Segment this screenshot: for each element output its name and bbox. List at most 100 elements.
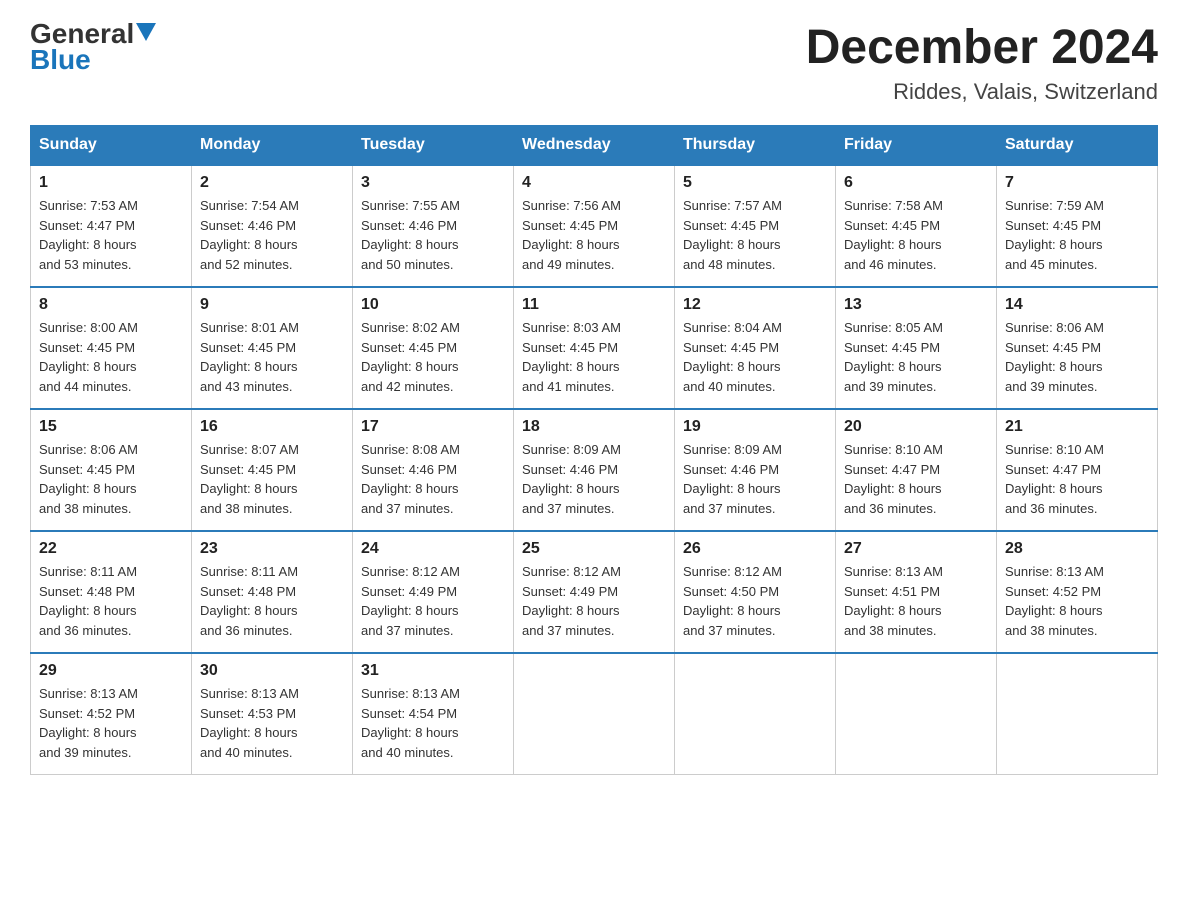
day-number: 9 [200, 296, 344, 314]
day-info: Sunrise: 8:06 AM Sunset: 4:45 PM Dayligh… [1005, 318, 1149, 396]
day-info: Sunrise: 8:10 AM Sunset: 4:47 PM Dayligh… [1005, 440, 1149, 518]
day-number: 24 [361, 540, 505, 558]
day-info: Sunrise: 8:06 AM Sunset: 4:45 PM Dayligh… [39, 440, 183, 518]
logo: General Blue [30, 20, 156, 76]
table-row: 22 Sunrise: 8:11 AM Sunset: 4:48 PM Dayl… [31, 531, 192, 653]
table-row [997, 653, 1158, 775]
table-row: 6 Sunrise: 7:58 AM Sunset: 4:45 PM Dayli… [836, 165, 997, 287]
day-info: Sunrise: 8:07 AM Sunset: 4:45 PM Dayligh… [200, 440, 344, 518]
table-row [836, 653, 997, 775]
day-info: Sunrise: 8:05 AM Sunset: 4:45 PM Dayligh… [844, 318, 988, 396]
header-sunday: Sunday [31, 126, 192, 166]
calendar-table: Sunday Monday Tuesday Wednesday Thursday… [30, 125, 1158, 775]
day-info: Sunrise: 8:13 AM Sunset: 4:53 PM Dayligh… [200, 684, 344, 762]
logo-triangle-icon [136, 23, 156, 41]
day-number: 3 [361, 174, 505, 192]
day-number: 7 [1005, 174, 1149, 192]
day-info: Sunrise: 8:09 AM Sunset: 4:46 PM Dayligh… [522, 440, 666, 518]
table-row: 3 Sunrise: 7:55 AM Sunset: 4:46 PM Dayli… [353, 165, 514, 287]
table-row: 11 Sunrise: 8:03 AM Sunset: 4:45 PM Dayl… [514, 287, 675, 409]
day-number: 28 [1005, 540, 1149, 558]
calendar-week-row: 15 Sunrise: 8:06 AM Sunset: 4:45 PM Dayl… [31, 409, 1158, 531]
table-row: 16 Sunrise: 8:07 AM Sunset: 4:45 PM Dayl… [192, 409, 353, 531]
day-number: 14 [1005, 296, 1149, 314]
table-row: 26 Sunrise: 8:12 AM Sunset: 4:50 PM Dayl… [675, 531, 836, 653]
day-info: Sunrise: 7:56 AM Sunset: 4:45 PM Dayligh… [522, 196, 666, 274]
day-info: Sunrise: 8:01 AM Sunset: 4:45 PM Dayligh… [200, 318, 344, 396]
day-info: Sunrise: 8:12 AM Sunset: 4:50 PM Dayligh… [683, 562, 827, 640]
table-row [514, 653, 675, 775]
day-number: 2 [200, 174, 344, 192]
day-number: 4 [522, 174, 666, 192]
table-row: 23 Sunrise: 8:11 AM Sunset: 4:48 PM Dayl… [192, 531, 353, 653]
table-row: 31 Sunrise: 8:13 AM Sunset: 4:54 PM Dayl… [353, 653, 514, 775]
day-number: 13 [844, 296, 988, 314]
day-info: Sunrise: 8:03 AM Sunset: 4:45 PM Dayligh… [522, 318, 666, 396]
day-info: Sunrise: 8:13 AM Sunset: 4:52 PM Dayligh… [39, 684, 183, 762]
header-wednesday: Wednesday [514, 126, 675, 166]
table-row: 10 Sunrise: 8:02 AM Sunset: 4:45 PM Dayl… [353, 287, 514, 409]
calendar-week-row: 29 Sunrise: 8:13 AM Sunset: 4:52 PM Dayl… [31, 653, 1158, 775]
header-friday: Friday [836, 126, 997, 166]
day-number: 6 [844, 174, 988, 192]
table-row: 19 Sunrise: 8:09 AM Sunset: 4:46 PM Dayl… [675, 409, 836, 531]
location-subtitle: Riddes, Valais, Switzerland [806, 79, 1158, 105]
day-number: 21 [1005, 418, 1149, 436]
calendar-week-row: 22 Sunrise: 8:11 AM Sunset: 4:48 PM Dayl… [31, 531, 1158, 653]
day-info: Sunrise: 8:13 AM Sunset: 4:52 PM Dayligh… [1005, 562, 1149, 640]
day-info: Sunrise: 8:13 AM Sunset: 4:54 PM Dayligh… [361, 684, 505, 762]
table-row: 15 Sunrise: 8:06 AM Sunset: 4:45 PM Dayl… [31, 409, 192, 531]
table-row: 8 Sunrise: 8:00 AM Sunset: 4:45 PM Dayli… [31, 287, 192, 409]
title-area: December 2024 Riddes, Valais, Switzerlan… [806, 20, 1158, 105]
day-number: 16 [200, 418, 344, 436]
day-info: Sunrise: 7:59 AM Sunset: 4:45 PM Dayligh… [1005, 196, 1149, 274]
day-number: 20 [844, 418, 988, 436]
table-row: 28 Sunrise: 8:13 AM Sunset: 4:52 PM Dayl… [997, 531, 1158, 653]
table-row: 21 Sunrise: 8:10 AM Sunset: 4:47 PM Dayl… [997, 409, 1158, 531]
day-number: 10 [361, 296, 505, 314]
table-row: 25 Sunrise: 8:12 AM Sunset: 4:49 PM Dayl… [514, 531, 675, 653]
table-row: 17 Sunrise: 8:08 AM Sunset: 4:46 PM Dayl… [353, 409, 514, 531]
header-thursday: Thursday [675, 126, 836, 166]
day-number: 25 [522, 540, 666, 558]
header-monday: Monday [192, 126, 353, 166]
day-info: Sunrise: 8:11 AM Sunset: 4:48 PM Dayligh… [39, 562, 183, 640]
day-info: Sunrise: 8:12 AM Sunset: 4:49 PM Dayligh… [522, 562, 666, 640]
day-number: 31 [361, 662, 505, 680]
day-number: 11 [522, 296, 666, 314]
day-info: Sunrise: 7:54 AM Sunset: 4:46 PM Dayligh… [200, 196, 344, 274]
table-row: 30 Sunrise: 8:13 AM Sunset: 4:53 PM Dayl… [192, 653, 353, 775]
table-row: 5 Sunrise: 7:57 AM Sunset: 4:45 PM Dayli… [675, 165, 836, 287]
table-row: 18 Sunrise: 8:09 AM Sunset: 4:46 PM Dayl… [514, 409, 675, 531]
day-info: Sunrise: 7:53 AM Sunset: 4:47 PM Dayligh… [39, 196, 183, 274]
day-number: 5 [683, 174, 827, 192]
calendar-week-row: 1 Sunrise: 7:53 AM Sunset: 4:47 PM Dayli… [31, 165, 1158, 287]
day-number: 17 [361, 418, 505, 436]
day-info: Sunrise: 7:58 AM Sunset: 4:45 PM Dayligh… [844, 196, 988, 274]
header-tuesday: Tuesday [353, 126, 514, 166]
day-number: 26 [683, 540, 827, 558]
day-info: Sunrise: 8:04 AM Sunset: 4:45 PM Dayligh… [683, 318, 827, 396]
calendar-header-row: Sunday Monday Tuesday Wednesday Thursday… [31, 126, 1158, 166]
day-info: Sunrise: 7:57 AM Sunset: 4:45 PM Dayligh… [683, 196, 827, 274]
day-number: 18 [522, 418, 666, 436]
day-number: 15 [39, 418, 183, 436]
table-row [675, 653, 836, 775]
table-row: 2 Sunrise: 7:54 AM Sunset: 4:46 PM Dayli… [192, 165, 353, 287]
day-info: Sunrise: 8:02 AM Sunset: 4:45 PM Dayligh… [361, 318, 505, 396]
table-row: 20 Sunrise: 8:10 AM Sunset: 4:47 PM Dayl… [836, 409, 997, 531]
day-number: 22 [39, 540, 183, 558]
day-info: Sunrise: 8:12 AM Sunset: 4:49 PM Dayligh… [361, 562, 505, 640]
day-info: Sunrise: 7:55 AM Sunset: 4:46 PM Dayligh… [361, 196, 505, 274]
table-row: 29 Sunrise: 8:13 AM Sunset: 4:52 PM Dayl… [31, 653, 192, 775]
logo-blue-text: Blue [30, 44, 91, 76]
table-row: 14 Sunrise: 8:06 AM Sunset: 4:45 PM Dayl… [997, 287, 1158, 409]
table-row: 1 Sunrise: 7:53 AM Sunset: 4:47 PM Dayli… [31, 165, 192, 287]
day-info: Sunrise: 8:13 AM Sunset: 4:51 PM Dayligh… [844, 562, 988, 640]
header-saturday: Saturday [997, 126, 1158, 166]
day-number: 23 [200, 540, 344, 558]
day-info: Sunrise: 8:09 AM Sunset: 4:46 PM Dayligh… [683, 440, 827, 518]
table-row: 24 Sunrise: 8:12 AM Sunset: 4:49 PM Dayl… [353, 531, 514, 653]
month-title: December 2024 [806, 20, 1158, 75]
day-number: 12 [683, 296, 827, 314]
